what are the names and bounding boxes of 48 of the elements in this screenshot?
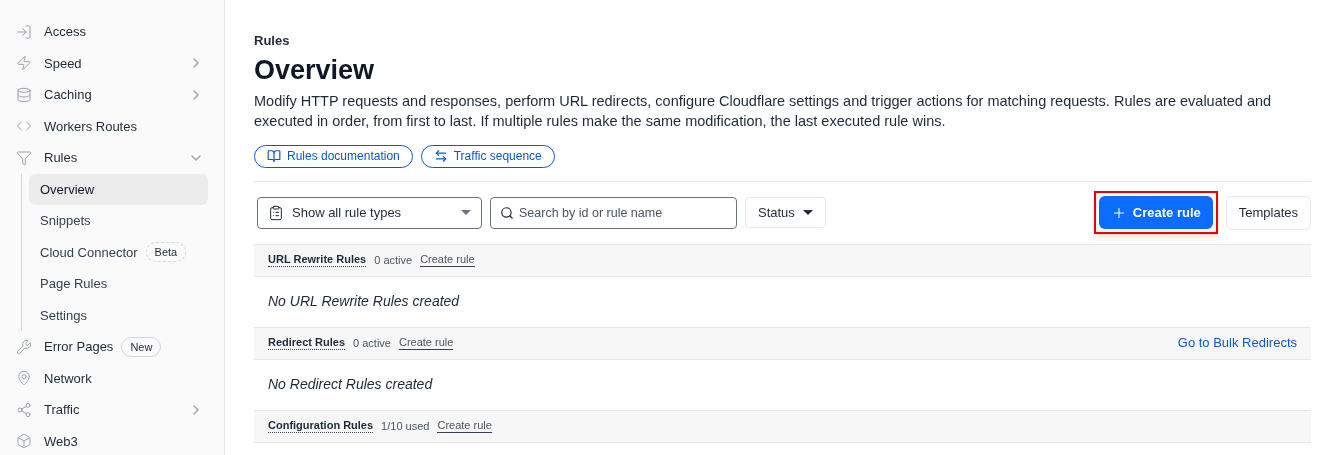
section-count: 0 active xyxy=(353,335,391,351)
section-count: 0 active xyxy=(374,252,413,268)
page-eyebrow: Rules xyxy=(254,32,291,50)
create-rule-link[interactable]: Create rule xyxy=(420,253,475,267)
sidebar-subitem[interactable]: Page Rules xyxy=(29,268,208,300)
book-icon xyxy=(267,149,281,163)
create-rule-link[interactable]: Create rule xyxy=(437,419,492,433)
share-icon xyxy=(16,401,32,418)
box-icon xyxy=(16,433,32,450)
section-count: 1/10 used xyxy=(381,418,430,434)
filter-icon xyxy=(16,149,32,166)
lightning-icon xyxy=(16,55,32,72)
sidebar-item[interactable]: Speed xyxy=(12,47,208,79)
dropdown-caret-icon xyxy=(802,210,813,215)
sidebar-item[interactable]: Rules xyxy=(12,142,208,174)
sidebar-subitem[interactable]: Settings xyxy=(29,299,208,331)
sidebar-item[interactable]: Network xyxy=(12,362,208,394)
empty-message: No Redirect Rules created xyxy=(267,375,434,394)
map-pin-icon xyxy=(16,370,32,387)
create-rule-link[interactable]: Create rule xyxy=(398,336,454,350)
search-field[interactable]: Search by id or rule name xyxy=(490,196,737,229)
sidebar-item[interactable]: Workers Routes xyxy=(12,110,208,142)
arrows-icon xyxy=(433,149,448,163)
sidebar-item[interactable]: Error Pages New xyxy=(12,331,208,363)
dropdown-caret-icon xyxy=(461,210,471,215)
wrench-icon xyxy=(16,338,32,355)
sidebar-item[interactable]: Web3 xyxy=(12,425,208,455)
search-icon xyxy=(500,205,514,220)
section-title: Configuration Rules xyxy=(268,419,374,433)
create-rule-button[interactable]: Create rule xyxy=(1098,196,1213,229)
sidebar-subitem[interactable]: Cloud Connector Beta xyxy=(29,236,208,268)
sidebar-subitem[interactable]: Overview xyxy=(29,173,208,205)
login-icon xyxy=(16,23,32,40)
sidebar-item[interactable]: Caching xyxy=(12,79,208,111)
bulk-redirects-link[interactable]: Go to Bulk Redirects xyxy=(1177,333,1297,353)
clipboard-icon xyxy=(268,204,284,221)
database-icon xyxy=(16,86,32,103)
page-title: Overview xyxy=(254,53,376,87)
section-title: Redirect Rules xyxy=(268,336,346,350)
page-description: Modify HTTP requests and responses, perform URL redirects, configure Cloudflare settings and trigger actions for matching requests. Rules are evaluated and executed in order, from first to last. If multiple rules make the same modification, the last executed rule wins. xyxy=(254,91,1273,131)
empty-message: No URL Rewrite Rules created xyxy=(267,292,461,311)
sidebar-item[interactable]: Traffic xyxy=(12,394,208,426)
rule-type-select[interactable]: Show all rule types xyxy=(257,196,482,229)
sidebar-item[interactable]: Access xyxy=(12,16,208,48)
templates-button[interactable]: Templates xyxy=(1225,195,1311,230)
status-filter-button[interactable]: Status xyxy=(745,197,826,228)
sidebar-subitem[interactable]: Snippets xyxy=(29,205,208,237)
section-title: URL Rewrite Rules xyxy=(268,253,367,267)
